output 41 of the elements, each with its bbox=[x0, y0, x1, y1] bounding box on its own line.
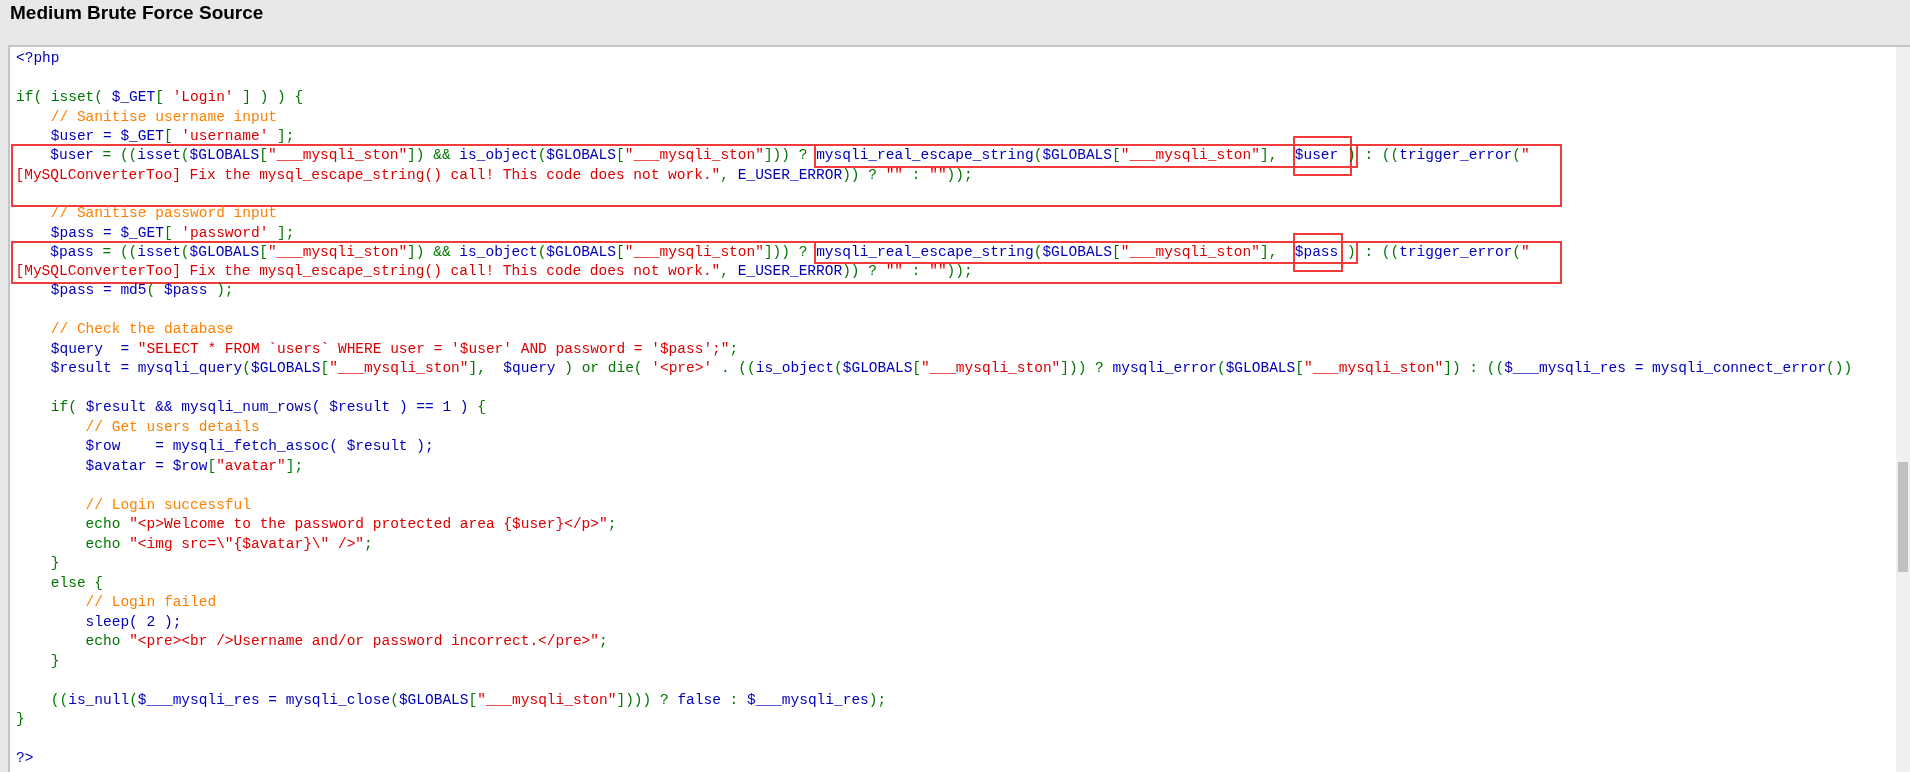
code-line: // Get users details bbox=[84, 418, 260, 435]
code-line: [MySQLConverterToo] Fix the mysql_escape_string() call! This code does not work.", E_USER_ERROR)) ? "" : "")); bbox=[15, 263, 973, 279]
code-line: echo "<img src=\"{$avatar}\" />"; bbox=[84, 535, 373, 552]
code-line: sleep( 2 ); bbox=[84, 613, 182, 630]
code-line: // Login failed bbox=[84, 594, 217, 610]
code-line: $pass = ((isset($GLOBALS["___mysqli_ston"]) && is_object($GLOBALS["___mysqli_ston"])) ? bbox=[49, 243, 809, 260]
code-line: : ((trigger_error(" bbox=[1363, 147, 1530, 163]
code-line: // Sanitise username input bbox=[49, 108, 278, 125]
code-line: <?php bbox=[16, 50, 60, 66]
code-line: [MySQLConverterToo] Fix the mysql_escape_string() call! This code does not work.", E_USER_ERROR)) ? "" : "")); bbox=[15, 166, 973, 183]
code-line: $row = mysqli_fetch_assoc( $result ); bbox=[84, 438, 434, 454]
code-text: mysqli_real_escape_string($GLOBALS["___mysqli_ston"], bbox=[816, 147, 1279, 163]
highlight-box: $user bbox=[1294, 138, 1350, 174]
code-line: else { bbox=[49, 574, 103, 591]
code-line: ((is_null($___mysqli_res = mysqli_close($GLOBALS["___mysqli_ston"]))) ? false : $___mysqli_res); bbox=[49, 691, 887, 708]
code-line: ?> bbox=[16, 750, 34, 766]
code-line: $result = mysqli_query($GLOBALS["___mysqli_ston"], $query ) or die( '<pre>' . ((is_object($GLOBALS["___mysqli_ston"])) ? mysqli_error($GLOBALS["___mysqli_ston"]) : (($___mysqli_res = mysqli_connect_error()) bbox=[49, 360, 1853, 376]
code-line: if( $result && mysqli_num_rows( $result ) == 1 ) { bbox=[49, 399, 486, 415]
code-text: mysqli_real_escape_string($GLOBALS["___mysqli_ston"], bbox=[816, 243, 1279, 260]
code-line: } bbox=[49, 652, 60, 669]
code-line: } bbox=[16, 711, 25, 727]
code-line: $user = $_GET[ 'username' ]; bbox=[49, 128, 295, 144]
code-line: $user = ((isset($GLOBALS["___mysqli_ston"]) && is_object($GLOBALS["___mysqli_ston"])) ? bbox=[49, 147, 809, 163]
code-line: : ((trigger_error(" bbox=[1363, 243, 1530, 260]
code-line: if( isset( $_GET[ 'Login' ] ) ) { bbox=[16, 89, 304, 105]
code-line: // Sanitise password input bbox=[49, 205, 278, 221]
scrollbar-thumb[interactable] bbox=[1898, 462, 1908, 572]
code-text: ) bbox=[1345, 243, 1356, 260]
code-line: $query = "SELECT * FROM `users` WHERE user = '$user' AND password = '$pass';"; bbox=[49, 340, 739, 357]
code-line: $pass = $_GET[ 'password' ]; bbox=[49, 224, 295, 241]
code-line: $avatar = $row["avatar"]; bbox=[84, 457, 304, 474]
code-line: // Check the database bbox=[49, 321, 234, 337]
code-line: } bbox=[49, 555, 60, 571]
code-line: // Login successful bbox=[84, 496, 251, 513]
highlight-box: $pass bbox=[1294, 234, 1342, 270]
scrollbar[interactable] bbox=[1896, 47, 1910, 772]
section-title: Medium Brute Force Source bbox=[10, 2, 264, 24]
code-line: $pass = md5( $pass ); bbox=[49, 282, 234, 298]
code-line: echo "<p>Welcome to the password protected area {$user}</p>"; bbox=[84, 516, 617, 532]
code-text: ) bbox=[1347, 147, 1356, 163]
code-line: echo "<pre><br />Username and/or password incorrect.</pre>"; bbox=[84, 633, 608, 649]
